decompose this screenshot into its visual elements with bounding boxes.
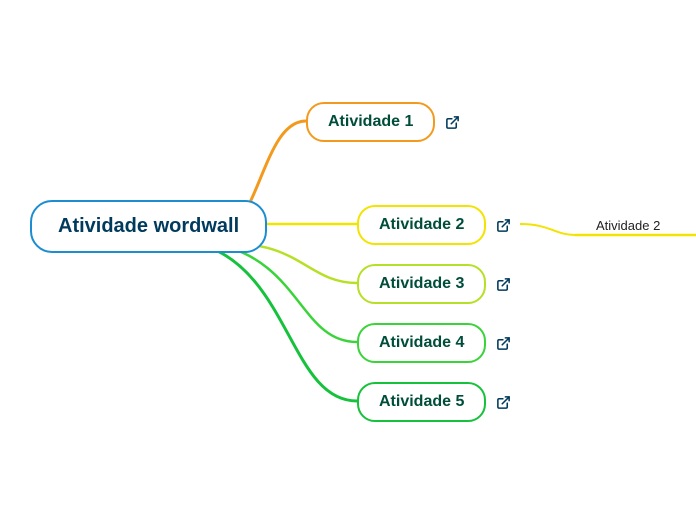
mindmap-canvas: Atividade wordwall Atividade 1 Atividade… [0,0,696,520]
external-link-icon[interactable] [496,336,511,351]
root-label: Atividade wordwall [30,200,267,253]
external-link-icon[interactable] [496,395,511,410]
root-node[interactable]: Atividade wordwall [30,200,267,253]
child-node-1[interactable]: Atividade 1 [306,102,460,142]
child-label-3: Atividade 3 [357,264,486,304]
child-label-5: Atividade 5 [357,382,486,422]
child-label-2: Atividade 2 [357,205,486,245]
connector-5 [200,244,357,401]
child-node-2[interactable]: Atividade 2 [357,205,511,245]
child-node-4[interactable]: Atividade 4 [357,323,511,363]
external-link-icon[interactable] [496,218,511,233]
child-label-1: Atividade 1 [306,102,435,142]
leaf-label: Atividade 2 [596,218,660,233]
connector-leaf [520,224,575,235]
connector-4 [215,244,357,342]
child-label-4: Atividade 4 [357,323,486,363]
child-node-3[interactable]: Atividade 3 [357,264,511,304]
external-link-icon[interactable] [496,277,511,292]
connectors-layer [0,0,696,520]
external-link-icon[interactable] [445,115,460,130]
leaf-node[interactable]: Atividade 2 [596,218,660,233]
child-node-5[interactable]: Atividade 5 [357,382,511,422]
